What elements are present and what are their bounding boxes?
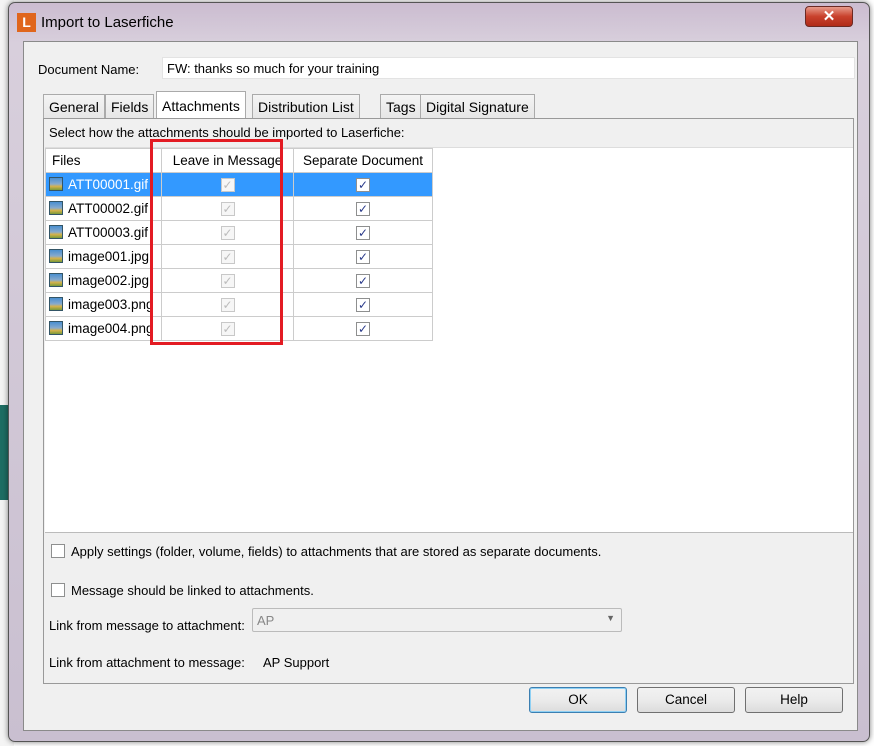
apply-settings-checkbox[interactable] xyxy=(51,544,65,561)
tab-digital-signature[interactable]: Digital Signature xyxy=(420,94,535,118)
separate-document-cell: ✓ xyxy=(293,172,433,197)
separate-document-checkbox[interactable]: ✓ xyxy=(356,202,370,216)
instruction-text: Select how the attachments should be imp… xyxy=(49,125,405,140)
file-cell[interactable]: image002.jpg xyxy=(45,268,162,293)
separate-document-checkbox[interactable]: ✓ xyxy=(356,178,370,192)
file-cell[interactable]: ATT00001.gif xyxy=(45,172,162,197)
image-file-icon xyxy=(49,249,63,263)
cancel-button[interactable]: Cancel xyxy=(637,687,735,713)
chevron-down-icon: ▼ xyxy=(606,613,615,623)
message-linked-checkbox[interactable] xyxy=(51,583,65,600)
link-msg-to-att-value: AP xyxy=(257,613,275,628)
close-button[interactable]: ✕ xyxy=(805,6,853,27)
document-name-input[interactable]: FW: thanks so much for your training xyxy=(162,57,855,79)
separate-document-checkbox[interactable]: ✓ xyxy=(356,322,370,336)
help-button[interactable]: Help xyxy=(745,687,843,713)
file-name: image001.jpg xyxy=(68,249,150,264)
tab-attachments[interactable]: Attachments xyxy=(156,91,246,119)
tab-tags[interactable]: Tags xyxy=(380,94,422,118)
file-name: image003.png xyxy=(68,297,154,312)
file-name: ATT00002.gif xyxy=(68,201,149,216)
file-cell[interactable]: image004.png xyxy=(45,316,162,341)
separate-document-cell: ✓ xyxy=(293,292,433,317)
document-name-label: Document Name: xyxy=(38,62,140,77)
image-file-icon xyxy=(49,297,63,311)
image-file-icon xyxy=(49,177,63,191)
image-file-icon xyxy=(49,225,63,239)
separate-document-cell: ✓ xyxy=(293,244,433,269)
link-att-to-msg-value: AP Support xyxy=(263,655,330,670)
file-name: ATT00003.gif xyxy=(68,225,149,240)
image-file-icon xyxy=(49,273,63,287)
file-name: image004.png xyxy=(68,321,154,336)
link-msg-to-att-label: Link from message to attachment: xyxy=(49,618,245,633)
image-file-icon xyxy=(49,321,63,335)
image-file-icon xyxy=(49,201,63,215)
file-cell[interactable]: image003.png xyxy=(45,292,162,317)
link-att-to-msg-label: Link from attachment to message: xyxy=(49,655,245,670)
separate-document-checkbox[interactable]: ✓ xyxy=(356,298,370,312)
separate-document-checkbox[interactable]: ✓ xyxy=(356,226,370,240)
tab-distribution-list[interactable]: Distribution List xyxy=(252,94,360,118)
tab-general[interactable]: General xyxy=(43,94,105,118)
tab-fields[interactable]: Fields xyxy=(105,94,155,118)
separate-document-cell: ✓ xyxy=(293,196,433,221)
file-cell[interactable]: ATT00003.gif xyxy=(45,220,162,245)
annotation-highlight-box xyxy=(150,139,283,345)
message-linked-label: Message should be linked to attachments. xyxy=(71,583,314,598)
file-name: image002.jpg xyxy=(68,273,150,288)
separate-document-cell: ✓ xyxy=(293,220,433,245)
apply-settings-label: Apply settings (folder, volume, fields) … xyxy=(71,544,602,559)
separate-document-checkbox[interactable]: ✓ xyxy=(356,274,370,288)
separate-document-cell: ✓ xyxy=(293,268,433,293)
dialog-title: Import to Laserfiche xyxy=(41,14,174,31)
column-separate-document[interactable]: Separate Document xyxy=(293,148,433,173)
file-cell[interactable]: image001.jpg xyxy=(45,244,162,269)
separate-document-checkbox[interactable]: ✓ xyxy=(356,250,370,264)
separate-document-cell: ✓ xyxy=(293,316,433,341)
file-cell[interactable]: ATT00002.gif xyxy=(45,196,162,221)
link-msg-to-att-dropdown[interactable]: AP ▼ xyxy=(252,608,622,632)
column-files[interactable]: Files xyxy=(45,148,162,173)
file-name: ATT00001.gif xyxy=(68,177,149,192)
laserfiche-logo-icon: L xyxy=(17,13,36,32)
ok-button[interactable]: OK xyxy=(529,687,627,713)
